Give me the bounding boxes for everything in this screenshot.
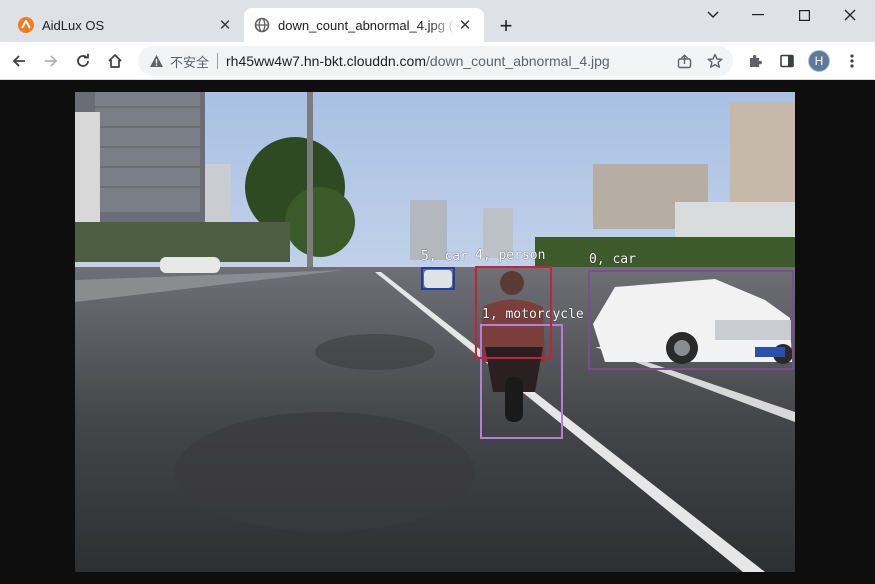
detection-box-car <box>421 267 455 290</box>
tab-search-icon[interactable] <box>690 0 736 30</box>
url-host: rh45ww4w7.hn-bkt.clouddn.com <box>226 53 427 69</box>
tab-strip: AidLux OS ✕ down_count_abnormal_4.jpg ( … <box>0 0 875 42</box>
tab-image[interactable]: down_count_abnormal_4.jpg ( ✕ <box>244 8 484 42</box>
detection-box-car <box>588 270 794 370</box>
tab-title: down_count_abnormal_4.jpg ( <box>278 17 453 33</box>
street-photo: 0, car 1, motorcycle 4, person 5, car <box>75 92 795 572</box>
warning-icon[interactable] <box>148 53 164 69</box>
close-tab-icon[interactable]: ✕ <box>456 16 474 34</box>
divider <box>217 53 219 69</box>
forward-icon[interactable] <box>37 47 65 75</box>
security-label[interactable]: 不安全 <box>170 52 209 71</box>
side-panel-icon[interactable] <box>773 47 801 75</box>
detection-box-person <box>475 266 552 359</box>
url-path: /down_count_abnormal_4.jpg <box>426 53 610 69</box>
menu-kebab-icon[interactable] <box>838 47 866 75</box>
tab-aidlux-os[interactable]: AidLux OS ✕ <box>8 8 244 42</box>
aidlux-logo-icon <box>18 17 34 33</box>
close-window-icon[interactable] <box>827 0 873 30</box>
bookmark-star-icon[interactable] <box>703 49 727 73</box>
tab-title: AidLux OS <box>42 17 105 33</box>
address-bar[interactable]: 不安全 rh45ww4w7.hn-bkt.clouddn.com/down_co… <box>138 46 733 76</box>
new-tab-button[interactable]: + <box>494 13 518 38</box>
home-icon[interactable] <box>101 47 129 75</box>
share-icon[interactable] <box>672 49 696 73</box>
page-viewport: 0, car 1, motorcycle 4, person 5, car <box>0 81 875 584</box>
profile-avatar[interactable]: H <box>808 50 830 72</box>
globe-icon <box>254 17 270 33</box>
back-icon[interactable] <box>5 47 33 75</box>
reload-icon[interactable] <box>69 47 97 75</box>
extensions-icon[interactable] <box>741 47 769 75</box>
close-tab-icon[interactable]: ✕ <box>216 16 234 34</box>
browser-toolbar: 不安全 rh45ww4w7.hn-bkt.clouddn.com/down_co… <box>0 42 875 80</box>
url-text[interactable]: rh45ww4w7.hn-bkt.clouddn.com/down_count_… <box>226 53 610 69</box>
detection-label: 4, person <box>475 248 546 263</box>
maximize-icon[interactable] <box>781 0 827 30</box>
detection-label: 5, car <box>421 249 468 264</box>
detection-label: 0, car <box>589 252 636 267</box>
minimize-icon[interactable] <box>735 0 781 30</box>
